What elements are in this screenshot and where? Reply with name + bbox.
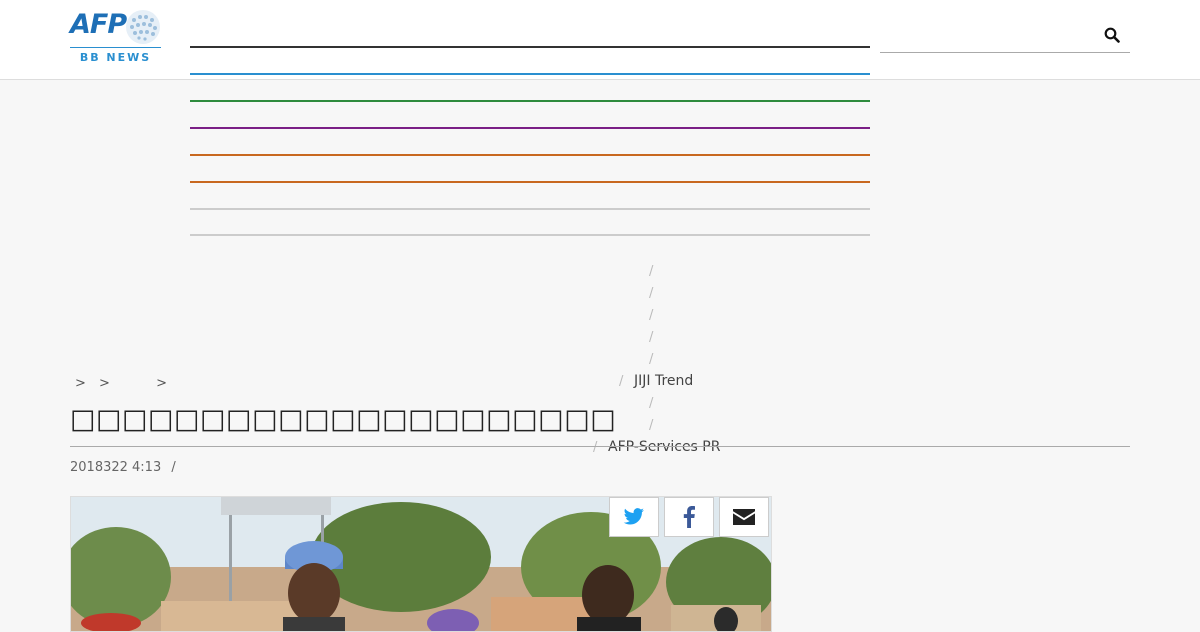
share-facebook-button[interactable] — [664, 497, 714, 537]
globe-icon — [126, 10, 160, 44]
publish-date: 2018322 4:13 — [70, 460, 162, 475]
logo-bbnews-text: BB NEWS — [79, 51, 152, 64]
separator: / — [649, 396, 654, 411]
twitter-icon — [623, 508, 644, 525]
date-separator: / — [171, 460, 176, 475]
nav-item-5[interactable] — [190, 154, 870, 156]
separator: / — [619, 374, 624, 389]
separator: / — [649, 418, 654, 433]
nav-item-7[interactable] — [190, 208, 870, 210]
breadcrumb: > > > — [70, 376, 169, 391]
site-header: AFP BB NEWS — [0, 0, 1200, 80]
article-dateline: 2018322 4:13 / — [70, 460, 176, 475]
article-title: □□□□□□□□□□□□□□□□□□□□□ — [70, 404, 617, 435]
separator: / — [649, 330, 654, 345]
menu-item-jiji-trend[interactable]: JIJI Trend — [634, 373, 693, 389]
afpbb-logo[interactable]: AFP BB NEWS — [70, 8, 162, 64]
share-email-button[interactable] — [719, 497, 769, 537]
facebook-icon — [683, 506, 695, 528]
nav-item-6[interactable] — [190, 181, 870, 183]
separator: / — [593, 440, 598, 455]
separator: / — [649, 264, 654, 279]
envelope-icon — [733, 509, 755, 525]
breadcrumb-separator: > — [75, 376, 86, 391]
breadcrumb-separator: > — [156, 376, 167, 391]
separator: / — [649, 308, 654, 323]
search-input[interactable] — [880, 25, 1130, 53]
logo-afp-text: AFP — [70, 9, 127, 40]
logo-divider — [70, 47, 161, 48]
separator: / — [649, 286, 654, 301]
nav-item-2[interactable] — [190, 73, 870, 75]
nav-item-1[interactable] — [190, 46, 870, 48]
share-twitter-button[interactable] — [609, 497, 659, 537]
search-button[interactable] — [1104, 27, 1124, 47]
breadcrumb-separator: > — [99, 376, 110, 391]
menu-item-afp-services-pr[interactable]: AFP-Services PR — [608, 439, 720, 455]
separator: / — [649, 352, 654, 367]
title-divider — [70, 446, 1130, 447]
nav-item-3[interactable] — [190, 100, 870, 102]
nav-item-4[interactable] — [190, 127, 870, 129]
search-icon — [1104, 27, 1120, 43]
nav-item-8[interactable] — [190, 234, 870, 236]
